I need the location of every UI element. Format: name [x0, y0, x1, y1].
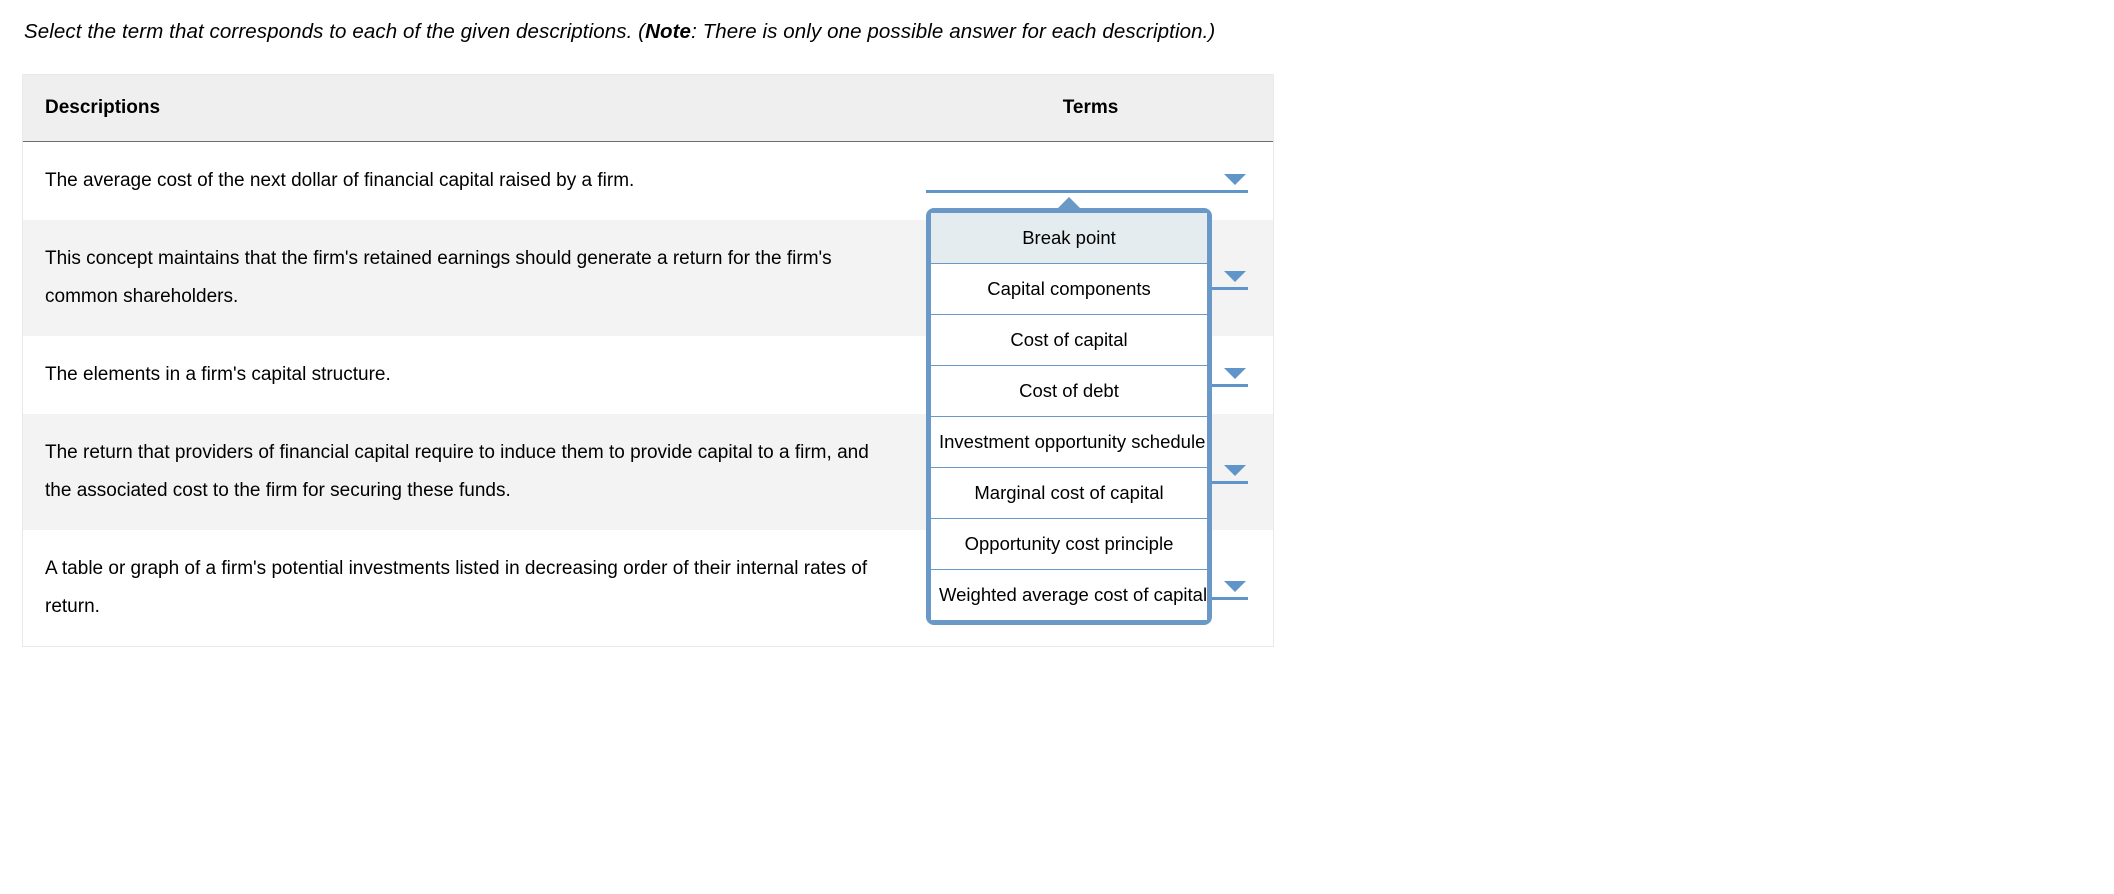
dropdown-option[interactable]: Break point [931, 213, 1207, 264]
chevron-down-icon [1224, 271, 1246, 282]
chevron-down-icon [1224, 581, 1246, 592]
description-cell: The average cost of the next dollar of f… [23, 142, 918, 220]
description-cell: This concept maintains that the firm's r… [23, 220, 918, 336]
instruction-note-label: Note [645, 20, 691, 43]
term-select[interactable] [926, 163, 1248, 199]
description-cell: The return that providers of financial c… [23, 414, 918, 530]
dropdown-option[interactable]: Marginal cost of capital [931, 468, 1207, 519]
header-terms: Terms [918, 75, 1273, 141]
instruction-prefix: Select the term that corresponds to each… [24, 20, 645, 43]
dropdown-option[interactable]: Capital components [931, 264, 1207, 315]
dropdown-option[interactable]: Weighted average cost of capital [931, 570, 1207, 620]
term-dropdown: Break point Capital components Cost of c… [926, 208, 1212, 625]
dropdown-option[interactable]: Cost of debt [931, 366, 1207, 417]
dropdown-option[interactable]: Investment opportunity schedule [931, 417, 1207, 468]
matching-table: Descriptions Terms The average cost of t… [22, 74, 1274, 647]
chevron-down-icon [1224, 174, 1246, 185]
select-underline [926, 190, 1248, 193]
dropdown-option[interactable]: Opportunity cost principle [931, 519, 1207, 570]
table-header-row: Descriptions Terms [23, 74, 1273, 142]
term-cell [918, 163, 1273, 199]
page-root: Select the term that corresponds to each… [0, 0, 2114, 687]
header-descriptions: Descriptions [23, 75, 918, 141]
dropdown-option[interactable]: Cost of capital [931, 315, 1207, 366]
description-cell: The elements in a firm's capital structu… [23, 336, 918, 414]
chevron-down-icon [1224, 465, 1246, 476]
description-cell: A table or graph of a firm's potential i… [23, 530, 918, 646]
instruction-text: Select the term that corresponds to each… [24, 20, 2092, 44]
chevron-down-icon [1224, 368, 1246, 379]
instruction-suffix: : There is only one possible answer for … [691, 20, 1215, 43]
